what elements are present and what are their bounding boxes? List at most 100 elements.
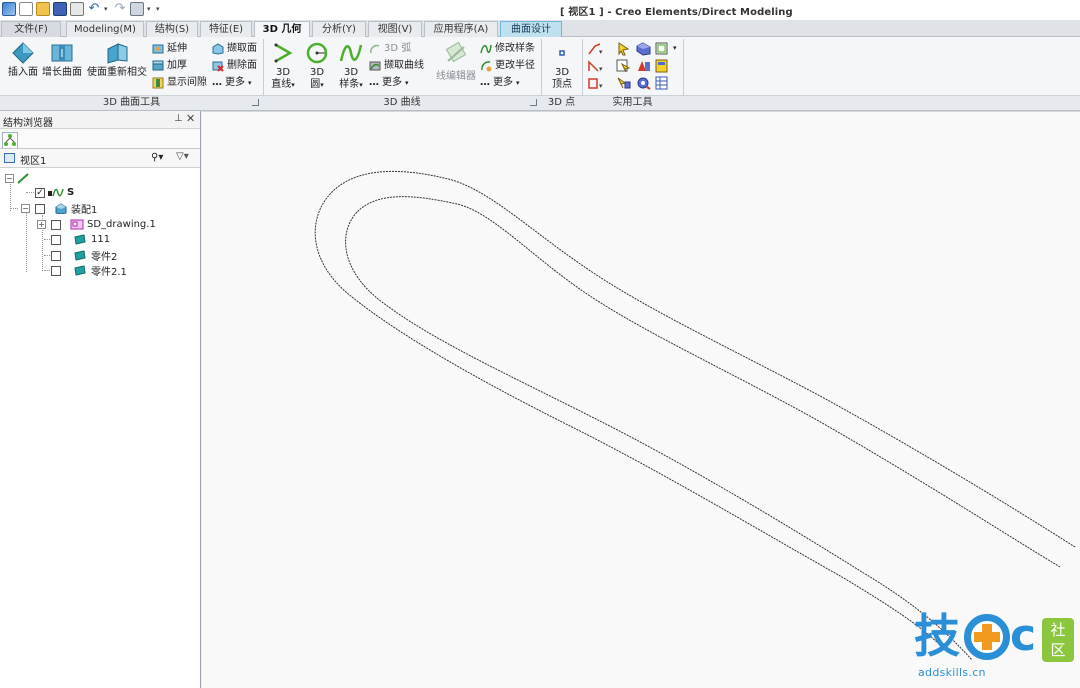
open-icon[interactable] <box>36 2 50 16</box>
move-part-icon[interactable] <box>636 42 652 56</box>
undo-icon[interactable]: ↶ <box>87 2 101 16</box>
tree-tab[interactable] <box>2 132 18 148</box>
new-icon[interactable] <box>19 2 33 16</box>
3d-line-button[interactable]: 3D 直线▾ <box>268 41 298 91</box>
line-editor-button[interactable]: 线编辑器 <box>432 41 480 83</box>
show-gap-label: 显示间隙 <box>167 77 207 88</box>
3d-vertex-label-top: 3D <box>554 67 570 78</box>
chevron-down-icon[interactable]: ▾ <box>673 44 677 52</box>
tree-item-part2-1[interactable]: 零件2.1 <box>51 263 127 278</box>
visibility-checkbox[interactable]: ✓ <box>35 187 45 198</box>
modify-spline-button[interactable]: 修改样条 <box>480 41 535 57</box>
insert-face-button[interactable]: 插入面 <box>4 41 42 79</box>
tree-item-s[interactable]: ✓ S <box>35 185 74 200</box>
filter-icon[interactable]: ▽▾ <box>176 151 189 162</box>
tree-structure-icon <box>4 134 16 146</box>
arc-icon <box>369 43 381 55</box>
customize-qat-icon[interactable]: ▾ <box>156 5 162 13</box>
tree-item-sd-drawing[interactable]: + SD_drawing.1 <box>37 217 156 232</box>
change-radius-button[interactable]: 更改半径 <box>480 58 535 74</box>
watermark-url: addskills.cn <box>918 666 986 679</box>
close-icon[interactable]: ✕ <box>186 112 195 125</box>
3d-arc-label: 3D 弧 <box>384 43 412 54</box>
tool-icon[interactable] <box>130 2 144 16</box>
tab-features[interactable]: 特征(E) <box>200 21 252 37</box>
surface-more-button[interactable]: … 更多 ▾ <box>212 75 252 91</box>
save-icon[interactable] <box>53 2 67 16</box>
surface-more-label: 更多 <box>225 77 245 88</box>
visibility-checkbox[interactable] <box>51 234 61 245</box>
change-radius-icon <box>480 60 492 72</box>
measure-line-icon[interactable]: ▾ <box>587 42 603 56</box>
viewport-selector-row[interactable]: 视区1 ⚲▾ ▽▾ <box>0 149 200 168</box>
group-launcher-icon[interactable] <box>252 99 259 106</box>
3d-circle-button[interactable]: 3D 圆▾ <box>302 41 332 91</box>
tool-dropdown-icon[interactable]: ▾ <box>147 5 153 13</box>
chevron-down-icon: ▾ <box>291 81 295 89</box>
select-part-icon[interactable] <box>616 76 632 90</box>
frame-icon[interactable] <box>655 42 671 56</box>
pin-icon[interactable]: ⊥ <box>174 113 183 124</box>
tab-view[interactable]: 视图(V) <box>368 21 422 37</box>
extend-button[interactable]: 延伸 <box>152 41 187 57</box>
collapse-icon[interactable]: − <box>21 204 30 213</box>
settings-icon[interactable] <box>636 76 652 90</box>
extract-face-button[interactable]: 撷取面 <box>212 41 257 57</box>
group-launcher-icon[interactable] <box>530 99 537 106</box>
undo-dropdown-icon[interactable]: ▾ <box>104 5 110 13</box>
visibility-checkbox[interactable] <box>51 250 61 261</box>
calculator-icon[interactable] <box>655 59 671 73</box>
3d-arc-button[interactable]: 3D 弧 <box>369 41 411 57</box>
find-icon[interactable]: ⚲▾ <box>151 152 163 163</box>
measure-face-icon[interactable]: ▾ <box>587 76 603 90</box>
tab-applications[interactable]: 应用程序(A) <box>424 21 498 37</box>
3d-vertex-label-bottom: 顶点 <box>552 79 572 90</box>
tab-structure[interactable]: 结构(S) <box>146 21 198 37</box>
tree-item-label: 零件2.1 <box>91 267 127 278</box>
print-preview-icon[interactable] <box>70 2 84 16</box>
3d-viewport[interactable] <box>202 111 1080 688</box>
tree-item-part2[interactable]: 零件2 <box>51 248 117 263</box>
workplane-icon <box>17 173 29 184</box>
thicken-button[interactable]: 加厚 <box>152 58 187 74</box>
tab-3d-geometry[interactable]: 3D 几何 <box>254 21 310 38</box>
collapse-icon[interactable]: − <box>5 174 14 183</box>
tree-item-assembly[interactable]: − 装配1 <box>21 201 97 216</box>
3d-spline-button[interactable]: 3D 样条▾ <box>336 41 366 91</box>
table-icon[interactable] <box>655 76 671 90</box>
mark-icon[interactable] <box>636 59 652 73</box>
tab-analysis[interactable]: 分析(Y) <box>312 21 366 37</box>
extend-label: 延伸 <box>167 43 187 54</box>
redo-icon[interactable]: ↷ <box>113 2 127 16</box>
visibility-checkbox[interactable] <box>51 265 61 276</box>
app-icon[interactable] <box>2 2 16 16</box>
outer-curve[interactable] <box>314 170 1076 648</box>
select-box-icon[interactable] <box>616 59 632 73</box>
curves-more-button[interactable]: … 更多 ▾ <box>369 75 409 91</box>
curve-geometry[interactable] <box>202 112 1080 688</box>
extend-surface-button[interactable]: 增长曲面 <box>40 41 84 79</box>
tab-file[interactable]: 文件(F) <box>1 21 61 37</box>
tree-item-111[interactable]: 111 <box>51 232 110 247</box>
tab-surface-design[interactable]: 曲面设计 <box>500 21 562 37</box>
watermark-char: c <box>1010 610 1037 661</box>
curves-more2-button[interactable]: … 更多 ▾ <box>480 75 520 91</box>
extend-surface-label: 增长曲面 <box>42 67 82 78</box>
tree-root[interactable]: − <box>5 171 29 186</box>
make-faces-intersect-button[interactable]: 使面重新相交 <box>86 41 148 79</box>
extract-curve-button[interactable]: 撷取曲线 <box>369 58 424 74</box>
tab-modeling[interactable]: Modeling(M) <box>66 21 144 37</box>
measure-angle-icon[interactable]: ▾ <box>587 59 603 73</box>
make-faces-intersect-label: 使面重新相交 <box>87 67 147 78</box>
3d-spline-icon <box>339 41 363 65</box>
show-gap-button[interactable]: 显示间隙 <box>152 75 207 91</box>
3d-vertex-button[interactable]: 3D 顶点 <box>546 41 578 91</box>
expand-icon[interactable]: + <box>37 220 46 229</box>
chevron-down-icon: ▾ <box>359 81 363 89</box>
inner-curve[interactable] <box>345 196 1061 661</box>
select-icon[interactable] <box>616 42 632 56</box>
title-bar: ↶ ▾ ↷ ▾ ▾ [ 视区1 ] - Creo Elements/Direct… <box>0 0 1080 20</box>
delete-face-button[interactable]: 删除面 <box>212 58 257 74</box>
visibility-checkbox[interactable] <box>35 203 45 214</box>
visibility-checkbox[interactable] <box>51 219 61 230</box>
